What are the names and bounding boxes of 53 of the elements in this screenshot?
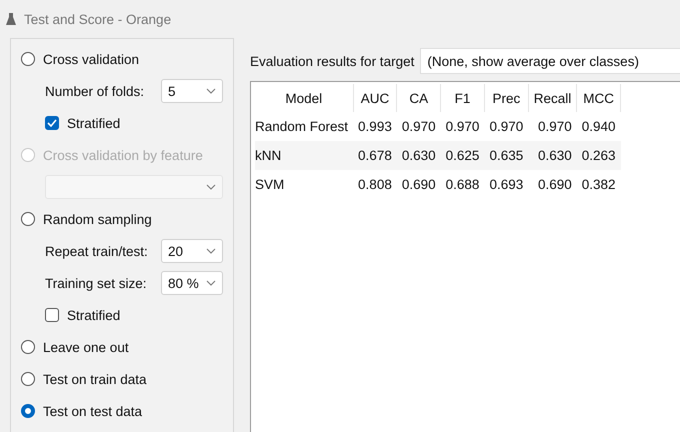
table-cell: 0.970 xyxy=(440,112,484,141)
dropdown-value: 20 xyxy=(168,244,184,258)
table-cell: 0.263 xyxy=(576,141,621,170)
checkbox[interactable] xyxy=(45,116,59,130)
table-cell: 0.625 xyxy=(440,141,484,170)
flask-icon xyxy=(6,12,16,26)
table-cell: 0.678 xyxy=(353,141,397,170)
target-dropdown[interactable]: (None, show average over classes) xyxy=(420,48,680,74)
radio-label: Cross validation by feature xyxy=(43,148,203,162)
field-label: Training set size: xyxy=(45,276,147,290)
table-cell: 0.693 xyxy=(484,170,528,199)
table-cell: SVM xyxy=(255,170,354,199)
field-label: Number of folds: xyxy=(45,84,144,98)
table-cell: 0.993 xyxy=(353,112,397,141)
radio-button[interactable] xyxy=(21,52,35,66)
table-cell: 0.630 xyxy=(396,141,441,170)
radio-button[interactable] xyxy=(21,340,35,354)
radio-label: Leave one out xyxy=(43,340,129,354)
dropdown[interactable]: 20 xyxy=(161,239,223,263)
table-cell: 0.635 xyxy=(484,141,528,170)
target-label: Evaluation results for target xyxy=(250,54,414,68)
radio-button[interactable] xyxy=(21,212,35,226)
radio-label: Cross validation xyxy=(43,52,140,66)
dropdown-value: 5 xyxy=(168,84,176,98)
dropdown[interactable]: 5 xyxy=(161,79,223,103)
table-cell: 0.970 xyxy=(528,112,577,141)
table-cell: 0.690 xyxy=(528,170,577,199)
field-label: Repeat train/test: xyxy=(45,244,148,258)
table-cell: 0.940 xyxy=(576,112,621,141)
chevron-down-icon xyxy=(206,280,216,286)
radio-button[interactable] xyxy=(21,404,35,418)
radio-button[interactable] xyxy=(21,372,35,386)
table-cell: Random Forest xyxy=(255,112,354,141)
table-cell: kNN xyxy=(255,141,354,170)
window-title: Test and Score - Orange xyxy=(24,12,172,26)
checkbox-label: Stratified xyxy=(67,308,120,322)
table-cell: 0.630 xyxy=(528,141,577,170)
radio-label: Test on test data xyxy=(43,404,142,418)
table-cell: 0.688 xyxy=(440,170,484,199)
radio-label: Test on train data xyxy=(43,372,147,386)
chevron-down-icon xyxy=(206,88,216,94)
table-cell: 0.690 xyxy=(396,170,441,199)
chevron-down-icon xyxy=(206,184,216,190)
table-cell: 0.970 xyxy=(396,112,441,141)
dropdown-value: 80 % xyxy=(168,276,199,290)
table-cell: 0.970 xyxy=(484,112,528,141)
chevron-down-icon xyxy=(206,248,216,254)
checkbox-label: Stratified xyxy=(67,116,120,130)
checkbox[interactable] xyxy=(45,308,59,322)
table-cell: 0.382 xyxy=(576,170,621,199)
table-cell: 0.808 xyxy=(353,170,397,199)
dropdown[interactable]: 80 % xyxy=(161,271,223,295)
radio-label: Random sampling xyxy=(43,212,152,226)
